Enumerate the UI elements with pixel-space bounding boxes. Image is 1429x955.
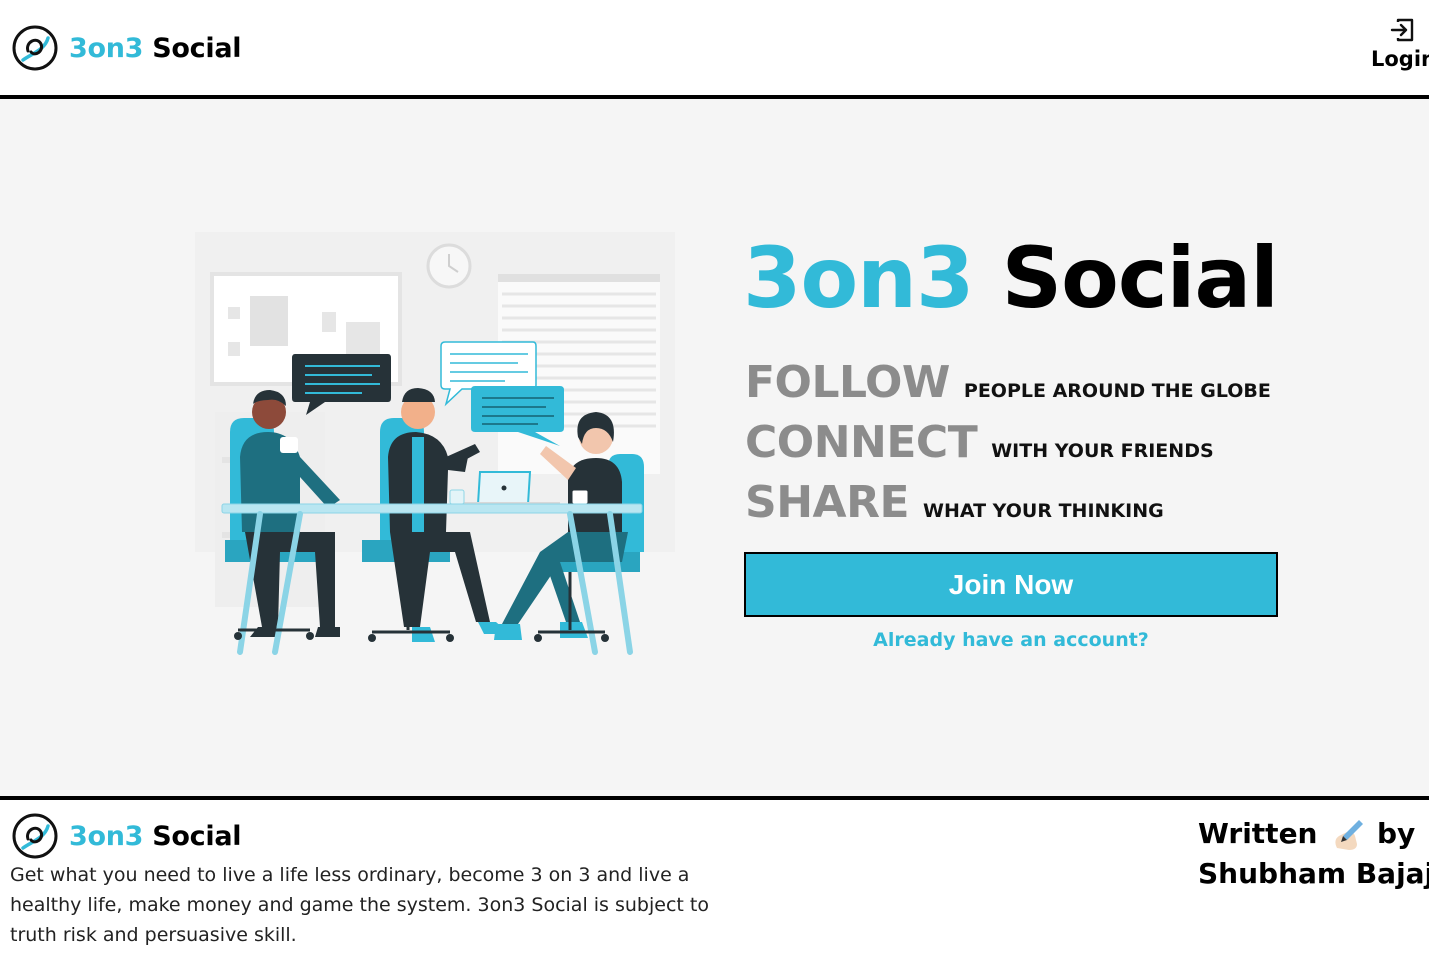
site-header: 3on3 Social Login	[0, 0, 1429, 99]
tagline-small: WHAT YOUR THINKING	[923, 500, 1164, 522]
brand-name: 3on3 Social	[69, 32, 242, 64]
tagline-small: WITH YOUR FRIENDS	[991, 440, 1214, 462]
brand-accent: 3on3	[69, 32, 144, 64]
footer-brand-name: 3on3 Social	[69, 820, 242, 852]
already-have-account-link[interactable]: Already have an account?	[744, 629, 1278, 651]
tagline-big: CONNECT	[745, 417, 978, 468]
credit-by: by	[1377, 817, 1416, 850]
join-now-button[interactable]: Join Now	[744, 552, 1278, 617]
credit-line-1: Written by	[1198, 814, 1429, 854]
tagline-big: SHARE	[745, 477, 910, 528]
hero-title: 3on3 Social	[743, 236, 1279, 320]
login-button[interactable]: Login	[1368, 17, 1429, 77]
credit-written: Written	[1198, 817, 1318, 850]
team-meeting-illustration	[195, 232, 675, 655]
brand-rest: Social	[152, 32, 242, 64]
logo-icon	[12, 25, 58, 71]
tagline-connect: CONNECT WITH YOUR FRIENDS	[745, 417, 1214, 468]
footer-brand-rest: Social	[152, 820, 242, 852]
credit-author: Shubham Bajaj	[1198, 857, 1429, 890]
login-icon	[1390, 18, 1414, 42]
footer-brand-accent: 3on3	[69, 820, 144, 852]
hero-title-accent: 3on3	[743, 229, 974, 327]
logo-icon	[12, 813, 58, 859]
footer-brand[interactable]: 3on3 Social	[11, 812, 242, 860]
writing-hand-icon	[1335, 820, 1364, 850]
login-label: Login	[1371, 47, 1429, 71]
site-footer: 3on3 Social Get what you need to live a …	[0, 796, 1429, 955]
author-credit: Written by Shubham Bajaj	[1198, 814, 1429, 894]
tagline-share: SHARE WHAT YOUR THINKING	[745, 477, 1164, 528]
hero-title-rest: Social	[1001, 229, 1279, 327]
footer-description: Get what you need to live a life less or…	[10, 864, 709, 946]
tagline-small: PEOPLE AROUND THE GLOBE	[963, 380, 1271, 402]
tagline-big: FOLLOW	[745, 357, 950, 408]
tagline-follow: FOLLOW PEOPLE AROUND THE GLOBE	[745, 357, 1271, 408]
header-brand[interactable]: 3on3 Social	[11, 24, 242, 72]
hero-section: 3on3 Social FOLLOW PEOPLE AROUND THE GLO…	[0, 99, 1429, 796]
